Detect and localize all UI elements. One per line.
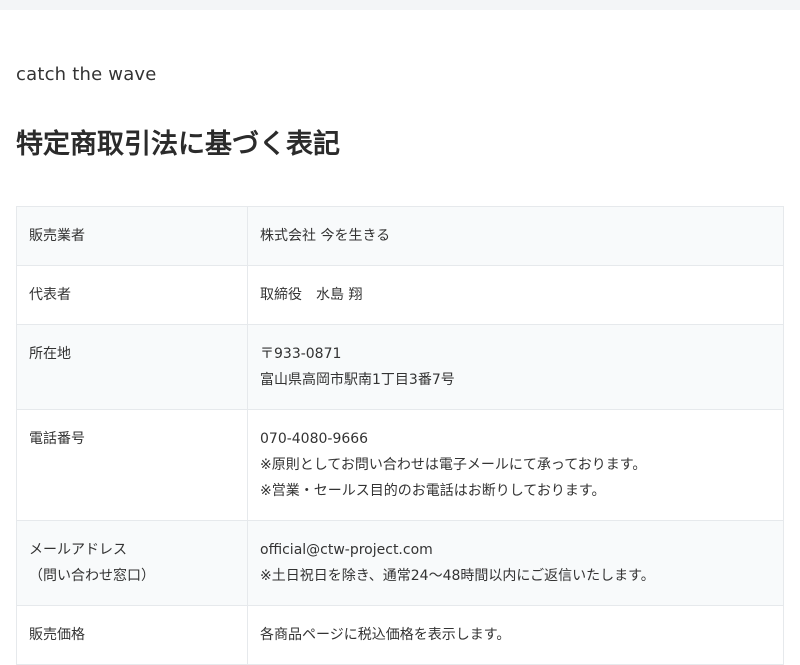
table-row-representative: 代表者 取締役 水島 翔	[16, 265, 784, 325]
page-title: 特定商取引法に基づく表記	[16, 129, 340, 160]
value-text: 取締役 水島 翔	[260, 287, 363, 303]
row-label: 代表者	[16, 265, 248, 325]
email-note: ※土日祝日を除き、通常24〜48時間以内にご返信いたします。	[260, 568, 655, 584]
label-text: 販売業者	[29, 228, 85, 244]
row-value: 070-4080-9666 ※原則としてお問い合わせは電子メールにて承っておりま…	[247, 409, 784, 521]
phone-note: ※原則としてお問い合わせは電子メールにて承っております。	[260, 457, 647, 473]
row-label: 電話番号	[16, 409, 248, 521]
row-label: 所在地	[16, 324, 248, 410]
label-text: 販売価格	[29, 627, 85, 643]
table-row-seller: 販売業者 株式会社 今を生きる	[16, 206, 784, 266]
label-text: 代表者	[29, 287, 71, 303]
label-text: 電話番号	[29, 431, 85, 447]
top-bar	[0, 0, 800, 10]
row-value: 株式会社 今を生きる	[247, 206, 784, 266]
address-text: 富山県高岡市駅南1丁目3番7号	[260, 372, 455, 388]
email-address: official@ctw-project.com	[260, 542, 433, 558]
row-value: 取締役 水島 翔	[247, 265, 784, 325]
table-row-price: 販売価格 各商品ページに税込価格を表示します。	[16, 605, 784, 665]
site-logo-link[interactable]: catch the wave	[16, 64, 157, 85]
postal-code: 〒933-0871	[260, 346, 342, 362]
table-row-phone: 電話番号 070-4080-9666 ※原則としてお問い合わせは電子メールにて承…	[16, 409, 784, 521]
phone-number: 070-4080-9666	[260, 431, 369, 447]
row-value: 〒933-0871 富山県高岡市駅南1丁目3番7号	[247, 324, 784, 410]
row-label: メールアドレス （問い合わせ窓口）	[16, 520, 248, 606]
phone-note: ※営業・セールス目的のお電話はお断りしております。	[260, 483, 606, 499]
table-row-email: メールアドレス （問い合わせ窓口） official@ctw-project.c…	[16, 520, 784, 606]
value-text: 株式会社 今を生きる	[260, 228, 391, 244]
row-value: 各商品ページに税込価格を表示します。	[247, 605, 784, 665]
table-row-address: 所在地 〒933-0871 富山県高岡市駅南1丁目3番7号	[16, 324, 784, 410]
row-value: official@ctw-project.com ※土日祝日を除き、通常24〜4…	[247, 520, 784, 606]
row-label: 販売価格	[16, 605, 248, 665]
commerce-law-table: 販売業者 株式会社 今を生きる 代表者 取締役 水島 翔 所在地 〒933-08…	[16, 206, 784, 665]
label-text: 所在地	[29, 346, 71, 362]
value-text: 各商品ページに税込価格を表示します。	[260, 627, 511, 643]
label-subtext: （問い合わせ窓口）	[29, 568, 155, 584]
row-label: 販売業者	[16, 206, 248, 266]
label-text: メールアドレス	[29, 542, 127, 558]
